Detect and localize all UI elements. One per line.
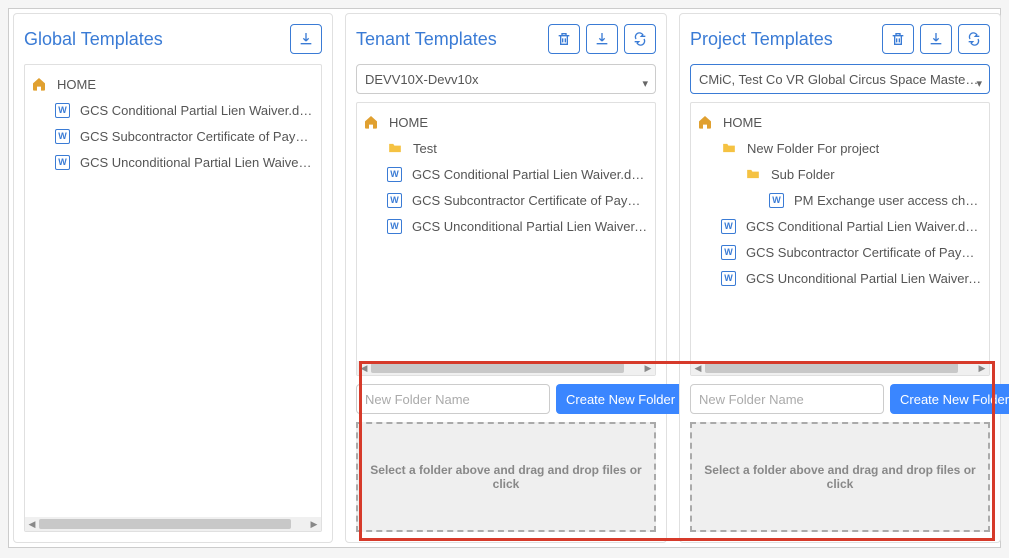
global-header: Global Templates [24,24,322,54]
folder-node[interactable]: Sub Folder [697,161,983,187]
word-file-icon: W [55,129,70,144]
new-folder-input[interactable] [690,384,884,414]
tenant-header: Tenant Templates [356,24,656,54]
folder-icon [745,166,761,182]
word-file-icon: W [387,167,402,182]
tenant-actions [548,24,656,54]
sync-button[interactable] [624,24,656,54]
folder-node[interactable]: Test [363,135,649,161]
sync-icon [966,31,982,47]
word-file-icon: W [721,245,736,260]
file-label: GCS Conditional Partial Lien Waiver.docx [746,219,983,234]
file-node[interactable]: W GCS Conditional Partial Lien Waiver.do… [363,161,649,187]
download-button[interactable] [290,24,322,54]
word-file-icon: W [55,103,70,118]
project-select[interactable] [690,64,990,94]
file-label: GCS Unconditional Partial Lien Waiver.do… [412,219,649,234]
file-label: GCS Subcontractor Certificate of Payment… [746,245,983,260]
create-folder-button[interactable]: Create New Folder [890,384,1009,414]
home-node[interactable]: HOME [363,109,649,135]
project-dropzone[interactable]: Select a folder above and drag and drop … [690,422,990,532]
folder-icon [721,140,737,156]
folder-node[interactable]: New Folder For project [697,135,983,161]
file-node[interactable]: W GCS Unconditional Partial Lien Waiver.… [363,213,649,239]
file-node[interactable]: W GCS Subcontractor Certificate of Payme… [697,239,983,265]
file-label: GCS Unconditional Partial Lien Waiver.do… [746,271,983,286]
home-icon [363,114,379,130]
project-header: Project Templates [690,24,990,54]
tenant-select[interactable] [356,64,656,94]
main-container: Global Templates HOME W GCS Conditional … [8,8,1001,548]
download-icon [298,31,314,47]
home-node[interactable]: HOME [31,71,315,97]
file-label: GCS Subcontractor Certificate of Payment… [80,129,315,144]
global-templates-panel: Global Templates HOME W GCS Conditional … [13,13,333,543]
word-file-icon: W [769,193,784,208]
word-file-icon: W [387,219,402,234]
trash-icon [556,31,572,47]
trash-icon [890,31,906,47]
delete-button[interactable] [882,24,914,54]
horizontal-scrollbar[interactable]: ◀▶ [691,361,989,375]
project-title: Project Templates [690,29,833,50]
file-label: GCS Unconditional Partial Lien Waiver.do… [80,155,315,170]
download-icon [594,31,610,47]
project-actions [882,24,990,54]
file-node[interactable]: W GCS Conditional Partial Lien Waiver.do… [697,213,983,239]
file-label: GCS Conditional Partial Lien Waiver.docx [80,103,315,118]
tenant-templates-panel: Tenant Templates ▾ HOME [345,13,667,543]
file-label: GCS Subcontractor Certificate of Payment… [412,193,649,208]
tenant-dropzone[interactable]: Select a folder above and drag and drop … [356,422,656,532]
home-icon [697,114,713,130]
word-file-icon: W [387,193,402,208]
file-label: GCS Conditional Partial Lien Waiver.docx [412,167,649,182]
create-folder-button[interactable]: Create New Folder [556,384,685,414]
project-new-folder-row: Create New Folder [690,384,990,414]
file-node[interactable]: W PM Exchange user access changes (1).do… [697,187,983,213]
home-label: HOME [723,115,762,130]
folder-label: Test [413,141,437,156]
file-node[interactable]: W GCS Subcontractor Certificate of Payme… [31,123,315,149]
tenant-new-folder-row: Create New Folder [356,384,656,414]
home-label: HOME [57,77,96,92]
home-icon [31,76,47,92]
tenant-tree: HOME Test W GCS Conditional Partial Lien… [356,102,656,376]
file-node[interactable]: W GCS Unconditional Partial Lien Waiver.… [697,265,983,291]
global-title: Global Templates [24,29,163,50]
file-node[interactable]: W GCS Unconditional Partial Lien Waiver.… [31,149,315,175]
download-button[interactable] [920,24,952,54]
download-icon [928,31,944,47]
folder-icon [387,140,403,156]
sync-button[interactable] [958,24,990,54]
file-node[interactable]: W GCS Conditional Partial Lien Waiver.do… [31,97,315,123]
global-tree: HOME W GCS Conditional Partial Lien Waiv… [24,64,322,532]
horizontal-scrollbar[interactable]: ◀▶ [357,361,655,375]
sync-icon [632,31,648,47]
horizontal-scrollbar[interactable]: ◀▶ [25,517,321,531]
home-node[interactable]: HOME [697,109,983,135]
word-file-icon: W [721,219,736,234]
new-folder-input[interactable] [356,384,550,414]
word-file-icon: W [721,271,736,286]
project-tree: HOME New Folder For project Sub Folder W… [690,102,990,376]
download-button[interactable] [586,24,618,54]
folder-label: Sub Folder [771,167,835,182]
delete-button[interactable] [548,24,580,54]
home-label: HOME [389,115,428,130]
folder-label: New Folder For project [747,141,879,156]
global-actions [290,24,322,54]
tenant-title: Tenant Templates [356,29,497,50]
file-label: PM Exchange user access changes (1).docx [794,193,983,208]
word-file-icon: W [55,155,70,170]
project-templates-panel: Project Templates ▾ HOME [679,13,1001,543]
file-node[interactable]: W GCS Subcontractor Certificate of Payme… [363,187,649,213]
